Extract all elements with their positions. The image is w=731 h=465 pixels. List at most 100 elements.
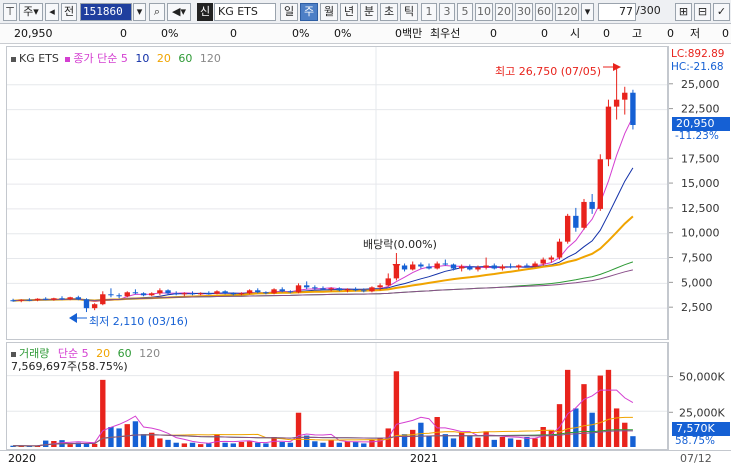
volume-bar bbox=[630, 436, 636, 447]
candle-body bbox=[312, 287, 318, 289]
candle-body bbox=[369, 287, 375, 292]
volume-bar bbox=[622, 422, 628, 447]
volume-axis-tick-label: 25,000K bbox=[679, 406, 725, 419]
zoom-in-icon[interactable]: ⊞ bbox=[675, 3, 692, 21]
volume-bar bbox=[597, 375, 603, 447]
settings-icon[interactable]: ✓ bbox=[713, 3, 730, 21]
stock-name-field[interactable]: KG ETS bbox=[214, 3, 276, 21]
candle-body bbox=[75, 297, 82, 300]
period-tab-tick[interactable]: 틱 bbox=[400, 3, 418, 21]
date-label-current: 07/12 bbox=[680, 452, 712, 465]
price-axis-tick-label: 10,000 bbox=[681, 227, 720, 240]
legend-ma-marker-icon bbox=[65, 56, 71, 62]
stock-code-input[interactable]: 151860 bbox=[80, 3, 132, 21]
search-icon[interactable]: ⌕ bbox=[149, 3, 165, 21]
sound-icon[interactable]: ◀▾ bbox=[167, 3, 191, 21]
volume-bar bbox=[214, 434, 220, 447]
candle-body bbox=[507, 266, 514, 268]
volume-bar bbox=[295, 412, 302, 447]
period-tab-second[interactable]: 초 bbox=[380, 3, 398, 21]
chart-type-icon[interactable]: ⊤ bbox=[3, 3, 17, 21]
volume-bar bbox=[516, 439, 522, 447]
candle-body bbox=[83, 299, 90, 309]
chart-count-input[interactable]: 77 bbox=[598, 3, 636, 21]
interval-button-3[interactable]: 3 bbox=[439, 3, 455, 21]
volume-bar bbox=[263, 443, 269, 447]
interval-button-20[interactable]: 20 bbox=[495, 3, 513, 21]
info-volume-pct: 0% bbox=[292, 27, 310, 40]
legend-ma120: 120 bbox=[199, 52, 221, 65]
candle-body bbox=[613, 99, 620, 107]
candle-body bbox=[91, 304, 98, 309]
volume-chart-panel[interactable]: 거래량 단순 5 20 60 120 7,569,697주(58.75%) bbox=[6, 342, 668, 450]
volume-bar bbox=[246, 441, 253, 447]
period-prev-button[interactable]: ◂ bbox=[45, 3, 59, 21]
volume-bar bbox=[499, 437, 506, 447]
interval-button-120[interactable]: 120 bbox=[555, 3, 579, 21]
market-select[interactable]: 주▾ bbox=[19, 3, 43, 21]
volume-bar bbox=[450, 438, 457, 447]
interval-button-1[interactable]: 1 bbox=[421, 3, 437, 21]
volume-bar bbox=[418, 422, 424, 447]
candle-body bbox=[589, 201, 595, 209]
candle-body bbox=[532, 263, 538, 267]
volume-bar bbox=[369, 439, 375, 447]
interval-button-10[interactable]: 10 bbox=[475, 3, 493, 21]
info-rate-pct: 0% bbox=[334, 27, 352, 40]
volume-ma20-line bbox=[13, 416, 633, 447]
period-tab-week[interactable]: 주 bbox=[300, 3, 318, 21]
candle-body bbox=[238, 293, 245, 295]
candle-body bbox=[499, 266, 506, 269]
candle-body bbox=[189, 293, 196, 295]
period-tab-minute[interactable]: 분 bbox=[360, 3, 378, 21]
volume-bar bbox=[328, 439, 334, 447]
candle-body bbox=[26, 299, 33, 301]
price-chart-panel[interactable]: KG ETS 종가 단순 5 10 20 60 120 최고 26,750 (0… bbox=[6, 46, 668, 340]
candle-body bbox=[467, 266, 473, 270]
info-best-bid: 0 bbox=[490, 27, 497, 40]
low-annotation: 최저 2,110 (03/16) bbox=[89, 315, 189, 328]
chart-count-total: /300 bbox=[636, 4, 661, 17]
low-arrow-icon bbox=[69, 313, 77, 323]
price-axis-tick-label: 22,500 bbox=[681, 103, 720, 116]
dividend-marker-icon bbox=[392, 264, 401, 270]
candle-body bbox=[173, 293, 179, 295]
candle-body bbox=[630, 92, 636, 125]
interval-button-60[interactable]: 60 bbox=[535, 3, 553, 21]
volume-bar bbox=[189, 442, 196, 447]
period-label[interactable]: 전 bbox=[61, 3, 77, 21]
code-dropdown-icon[interactable]: ▾ bbox=[133, 3, 146, 21]
interval-dropdown-icon[interactable]: ▾ bbox=[581, 3, 594, 21]
high-annotation: 최고 26,750 (07/05) bbox=[495, 65, 602, 78]
period-tab-day[interactable]: 일 bbox=[280, 3, 298, 21]
legend-marker-icon bbox=[11, 56, 16, 62]
zoom-out-icon[interactable]: ⊟ bbox=[694, 3, 711, 21]
volume-bar bbox=[67, 444, 73, 447]
price-axis-svg: 25,000 22,500 17,500 15,000 12,500 10,000 7,50… bbox=[669, 78, 720, 314]
candle-body bbox=[401, 265, 408, 270]
info-high-value: 0 bbox=[667, 27, 674, 40]
candle-body bbox=[271, 289, 277, 294]
candle-body bbox=[458, 266, 465, 269]
price-axis: 25,000 22,500 17,500 15,000 12,500 10,000 7,50… bbox=[668, 46, 731, 340]
volume-bar bbox=[352, 442, 359, 447]
period-tab-month[interactable]: 월 bbox=[320, 3, 338, 21]
candle-body bbox=[246, 290, 253, 294]
candle-body bbox=[116, 295, 122, 297]
volume-legend-marker-icon bbox=[11, 351, 16, 357]
volume-bar bbox=[336, 442, 343, 447]
current-price-tag: 20,950 bbox=[672, 117, 730, 131]
candle-body bbox=[10, 300, 16, 302]
candle-body bbox=[597, 159, 603, 209]
volume-bar bbox=[287, 442, 294, 447]
period-tab-year[interactable]: 년 bbox=[340, 3, 358, 21]
price-chart-svg bbox=[7, 47, 667, 339]
candle-body bbox=[230, 293, 236, 295]
info-open-label: 시 bbox=[570, 27, 581, 40]
interval-button-30[interactable]: 30 bbox=[515, 3, 533, 21]
lc-label: LC:892.89 bbox=[671, 48, 725, 60]
interval-button-5[interactable]: 5 bbox=[457, 3, 473, 21]
candle-body bbox=[573, 215, 579, 228]
legend-ma60: 60 bbox=[178, 52, 193, 65]
candle-body bbox=[352, 289, 359, 291]
